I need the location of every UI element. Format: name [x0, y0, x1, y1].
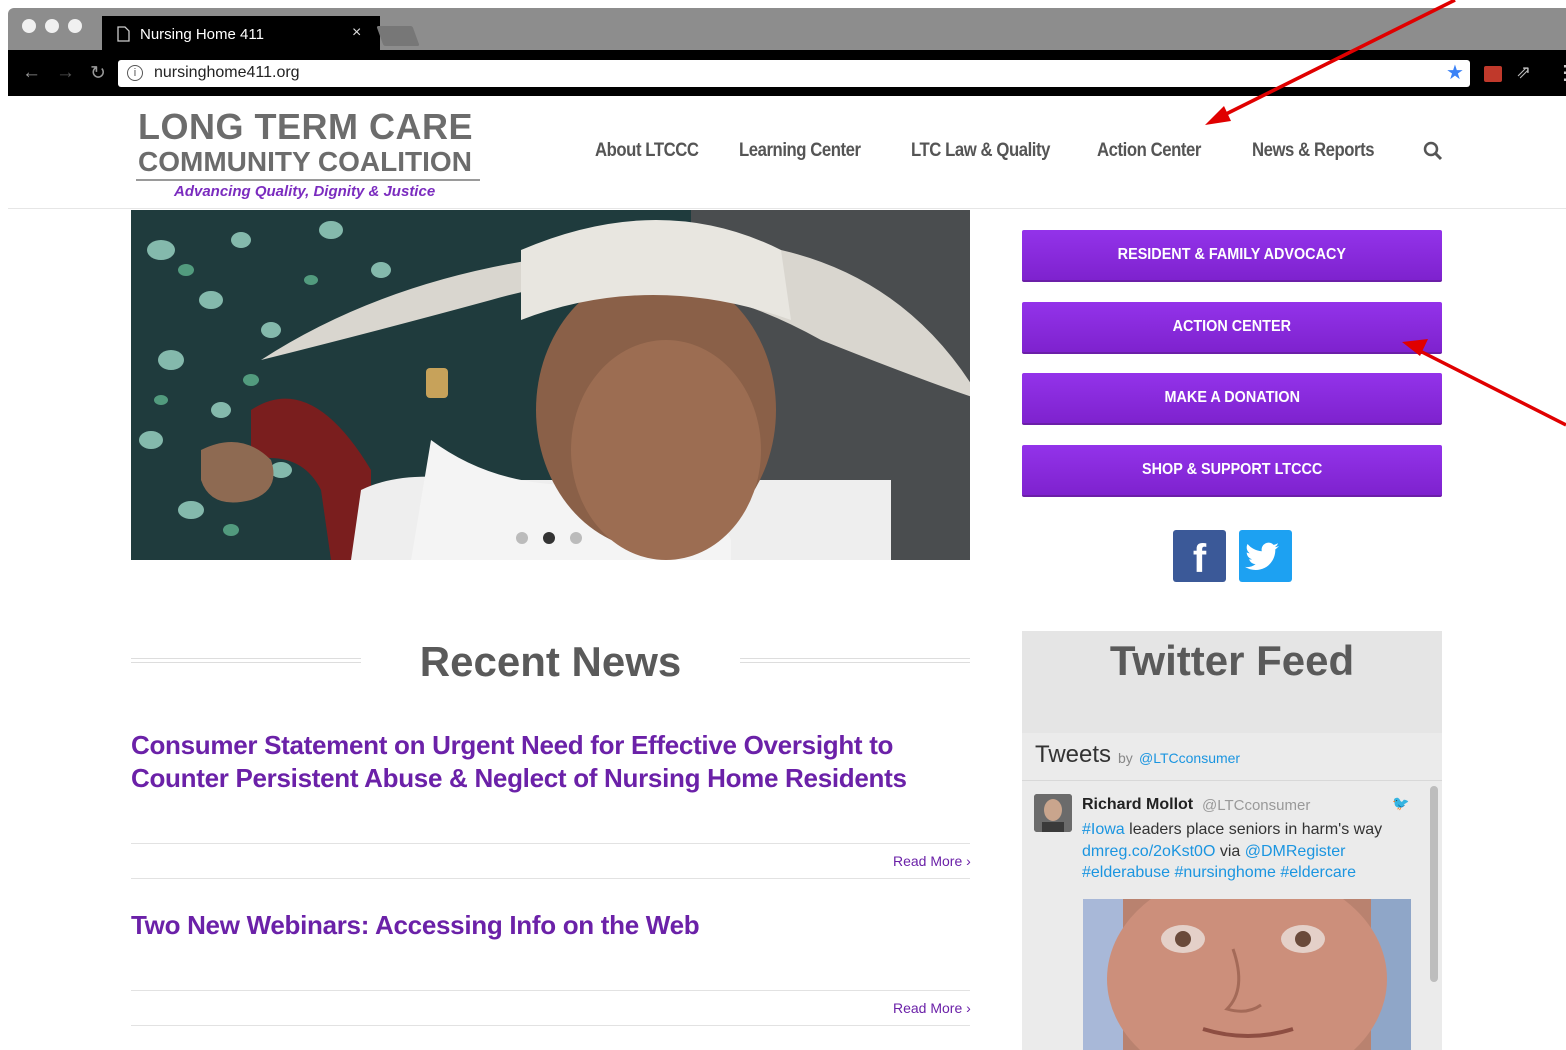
window-zoom-icon[interactable]	[68, 19, 82, 33]
forward-icon[interactable]: →	[56, 62, 75, 84]
url-text: nursinghome411.org	[154, 64, 300, 81]
nav-news-reports[interactable]: News & Reports	[1252, 140, 1374, 162]
menu-icon[interactable]: ⋮	[1555, 60, 1566, 85]
tweet-author-name[interactable]: Richard Mollot	[1082, 796, 1193, 814]
extension-icon[interactable]	[1484, 66, 1502, 82]
reload-icon[interactable]: ↻	[90, 62, 106, 85]
slider-dot-3[interactable]	[570, 532, 582, 544]
nav-about[interactable]: About LTCCC	[595, 140, 699, 162]
facebook-icon[interactable]: f	[1173, 530, 1226, 582]
logo-line2[interactable]: COMMUNITY COALITION	[138, 146, 472, 178]
info-icon[interactable]: i	[127, 65, 143, 81]
tweet-photo[interactable]	[1083, 899, 1411, 1050]
search-icon[interactable]	[1423, 141, 1443, 161]
make-a-donation-button[interactable]: MAKE A DONATION	[1022, 373, 1442, 425]
twitter-feed-heading: Twitter Feed	[1109, 637, 1355, 684]
hero-slider-image[interactable]	[131, 210, 970, 560]
resident-family-advocacy-button[interactable]: RESIDENT & FAMILY ADVOCACY	[1022, 230, 1442, 282]
logo-tagline: Advancing Quality, Dignity & Justice	[174, 183, 436, 200]
nav-ltc-law-quality[interactable]: LTC Law & Quality	[911, 140, 1050, 162]
twitter-icon[interactable]	[1239, 530, 1292, 582]
hashtag-iowa[interactable]: #Iowa	[1082, 821, 1125, 838]
shop-support-button[interactable]: SHOP & SUPPORT LTCCC	[1022, 445, 1442, 497]
tweet-hashtags[interactable]: #elderabuse #nursinghome #eldercare	[1082, 864, 1356, 882]
twitter-scrollbar[interactable]	[1430, 786, 1438, 982]
window-minimize-icon[interactable]	[45, 19, 59, 33]
tweets-handle-link[interactable]: @LTCconsumer	[1139, 750, 1240, 766]
twitter-header-divider	[1022, 780, 1442, 781]
slider-dot-1[interactable]	[516, 532, 528, 544]
slider-dot-2-active[interactable]	[543, 532, 555, 544]
header-divider	[8, 208, 1566, 209]
read-more-link-1[interactable]: Read More ›	[893, 853, 971, 869]
tab-close-icon[interactable]: ×	[352, 24, 361, 42]
nav-learning-center[interactable]: Learning Center	[739, 140, 861, 162]
hero-photo	[131, 210, 970, 560]
tweets-label: Tweets	[1035, 741, 1112, 768]
post-title-2[interactable]: Two New Webinars: Accessing Info on the …	[131, 909, 970, 942]
avatar-photo	[1034, 794, 1072, 832]
window-close-icon[interactable]	[22, 19, 36, 33]
read-more-link-2[interactable]: Read More ›	[893, 1000, 971, 1016]
mention-dmregister[interactable]: @DMRegister	[1245, 843, 1346, 860]
post-divider	[131, 1025, 970, 1026]
tweet-photo-image	[1083, 899, 1411, 1050]
extension-icon-2[interactable]: ⇗	[1516, 62, 1531, 83]
star-icon[interactable]: ★	[1446, 60, 1464, 85]
post-divider	[131, 878, 970, 879]
tweet-author-handle[interactable]: @LTCconsumer	[1202, 797, 1310, 814]
tweet-twitter-icon[interactable]: 🐦	[1392, 795, 1409, 812]
back-icon[interactable]: ←	[22, 62, 41, 84]
logo-line1[interactable]: LONG TERM CARE	[138, 106, 473, 148]
twitter-bird-icon	[1245, 542, 1279, 570]
post-divider	[131, 843, 970, 844]
post-divider	[131, 990, 970, 991]
page-icon	[117, 26, 130, 42]
new-tab-button[interactable]	[376, 26, 420, 46]
tweet-link[interactable]: dmreg.co/2oKst0O	[1082, 843, 1215, 860]
avatar[interactable]	[1034, 794, 1072, 832]
recent-news-heading: Recent News	[419, 638, 682, 685]
annotation-arrowhead-nav	[1205, 106, 1231, 125]
tab-title: Nursing Home 411	[140, 26, 264, 43]
tweets-by-label: by	[1118, 750, 1133, 766]
url-input[interactable]	[118, 60, 1470, 87]
logo-divider	[136, 179, 480, 181]
tweet-line-1: #Iowa leaders place seniors in harm's wa…	[1082, 821, 1383, 838]
tweet-line-2: dmreg.co/2oKst0O via @DMRegister	[1082, 843, 1346, 860]
action-center-button[interactable]: ACTION CENTER	[1022, 302, 1442, 354]
nav-action-center[interactable]: Action Center	[1097, 140, 1201, 162]
post-title-1[interactable]: Consumer Statement on Urgent Need for Ef…	[131, 729, 970, 795]
